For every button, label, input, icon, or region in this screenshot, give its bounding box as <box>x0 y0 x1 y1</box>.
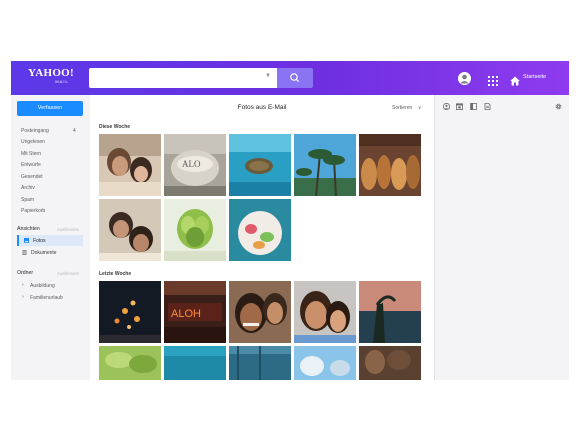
folders-heading: Ordner <box>17 270 34 276</box>
photos-view: Fotos aus E-Mail Sortieren ∨ Diese Woche <box>90 95 434 380</box>
views-heading: Ansichten <box>17 226 40 232</box>
folder-familienurlaub[interactable]: Familienurlaub <box>30 295 63 301</box>
folder-ausbildung[interactable]: Ausbildung <box>30 283 55 289</box>
calendar-icon[interactable] <box>456 103 463 110</box>
photo-thumbnail[interactable] <box>229 134 291 196</box>
top-bar: YAHOO! MAIL ▼ Startseite <box>11 61 569 95</box>
photo-thumbnail[interactable] <box>99 346 161 380</box>
photo-thumbnail[interactable] <box>359 134 421 196</box>
photo-thumbnail[interactable] <box>164 346 226 380</box>
group-heading-this-week: Diese Woche <box>99 124 131 130</box>
home-icon[interactable] <box>510 73 520 86</box>
chevron-down-icon[interactable]: ∨ <box>418 105 421 111</box>
sort-dropdown[interactable]: Sortieren <box>392 105 412 111</box>
view-photos-label: Fotos <box>33 238 46 244</box>
photo-thumbnail[interactable]: ALOH <box>164 281 226 343</box>
folder-inbox[interactable]: Posteingang <box>21 128 49 134</box>
document-icon[interactable] <box>484 103 491 110</box>
search-button[interactable] <box>277 68 313 88</box>
photo-thumbnail[interactable] <box>229 346 291 380</box>
photo-thumbnail[interactable] <box>99 281 161 343</box>
folder-archive[interactable]: Archiv <box>21 185 35 191</box>
yahoo-mail-logo[interactable]: YAHOO! MAIL <box>21 68 81 85</box>
photo-thumbnail[interactable] <box>294 134 356 196</box>
view-documents[interactable]: Dokumente <box>17 247 83 258</box>
photo-icon <box>24 238 29 243</box>
avatar-icon[interactable] <box>458 72 471 85</box>
photo-thumbnail[interactable] <box>229 281 291 343</box>
apps-grid-icon[interactable] <box>488 73 498 86</box>
mail-app-window: YAHOO! MAIL ▼ Startseite Verfassen Poste… <box>11 61 569 380</box>
photo-thumbnail[interactable]: ALO <box>164 134 226 196</box>
photo-thumbnail[interactable] <box>359 346 421 380</box>
svg-text:ALOH: ALOH <box>171 308 201 320</box>
notepad-icon[interactable] <box>470 103 477 110</box>
group-heading-last-week: Letzte Woche <box>99 271 132 277</box>
photo-thumbnail[interactable] <box>164 199 226 261</box>
contacts-icon[interactable] <box>443 103 450 110</box>
search-input[interactable]: ▼ <box>89 68 277 88</box>
document-icon <box>22 250 27 255</box>
photo-thumbnail[interactable] <box>99 134 161 196</box>
chevron-right-icon[interactable]: › <box>22 294 24 300</box>
right-rail <box>434 95 569 380</box>
inbox-unread-count: 4 <box>73 128 76 134</box>
sidebar: Verfassen Posteingang 4 Ungelesen Mit St… <box>11 95 90 380</box>
folder-sent[interactable]: Gesendet <box>21 174 43 180</box>
settings-icon[interactable] <box>555 103 562 110</box>
home-link[interactable]: Startseite <box>523 74 546 80</box>
folder-spam[interactable]: Spam <box>21 197 34 203</box>
views-hide-link[interactable]: Ausblenden <box>57 227 79 232</box>
folder-starred[interactable]: Mit Stern <box>21 151 41 157</box>
chevron-right-icon[interactable]: › <box>22 282 24 288</box>
folder-drafts[interactable]: Entwürfe <box>21 162 41 168</box>
photo-thumbnail[interactable] <box>229 199 291 261</box>
photo-thumbnail[interactable] <box>294 281 356 343</box>
page-title: Fotos aus E-Mail <box>237 104 287 111</box>
photo-thumbnail[interactable] <box>294 346 356 380</box>
photo-thumbnail[interactable] <box>359 281 421 343</box>
compose-button[interactable]: Verfassen <box>17 101 83 116</box>
search-options-chevron-icon[interactable]: ▼ <box>265 73 271 79</box>
folder-trash[interactable]: Papierkorb <box>21 208 45 214</box>
svg-text:ALO: ALO <box>182 159 201 169</box>
photo-thumbnail[interactable] <box>99 199 161 261</box>
folders-hide-link[interactable]: Ausblenden <box>57 271 79 276</box>
logo-wordmark: YAHOO! <box>27 67 74 79</box>
view-photos[interactable]: Fotos <box>17 235 83 246</box>
search-icon <box>290 73 300 83</box>
folder-unread[interactable]: Ungelesen <box>21 139 45 145</box>
logo-subtitle: MAIL <box>55 79 69 84</box>
view-documents-label: Dokumente <box>31 250 57 256</box>
